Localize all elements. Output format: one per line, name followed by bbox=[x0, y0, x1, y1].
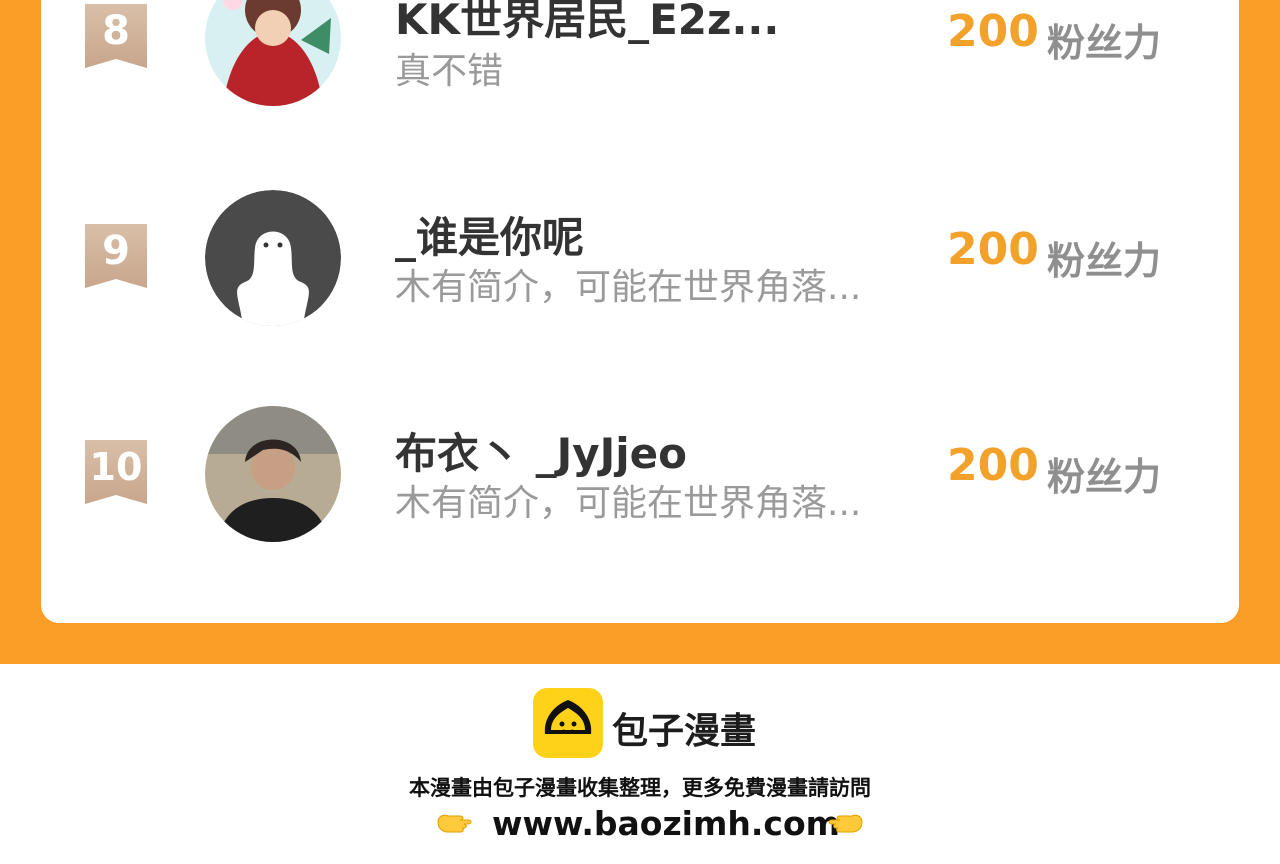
rank-number: 10 bbox=[89, 445, 143, 489]
bun-logo-graphic bbox=[544, 700, 592, 734]
rank-badge: 10 bbox=[85, 440, 147, 504]
ranking-row-10[interactable]: 10 布衣丶 _JyJjeo 木有简介，可能在世界角落... 200 粉丝力 bbox=[41, 402, 1239, 542]
rank-number: 9 bbox=[102, 228, 130, 274]
orange-panel: 8 KK世界居民_E2z... 真不错 200 粉丝力 9 _谁是你呢 木有简介… bbox=[0, 0, 1280, 664]
rank-number: 8 bbox=[102, 8, 130, 54]
footer-note: 本漫畫由包子漫畫收集整理，更多免費漫畫請訪問 bbox=[409, 776, 871, 800]
user-bio: 木有简介，可能在世界角落... bbox=[395, 483, 862, 524]
photo-avatar[interactable] bbox=[205, 406, 341, 542]
footer-url-line: www.baozimh.com bbox=[0, 804, 1280, 846]
user-name[interactable]: KK世界居民_E2z... bbox=[395, 0, 779, 47]
avatar-illustration bbox=[205, 0, 341, 106]
user-bio: 真不错 bbox=[395, 51, 504, 92]
fan-score-unit: 粉丝力 bbox=[1047, 455, 1162, 499]
user-name[interactable]: _谁是你呢 bbox=[395, 204, 584, 265]
pointing-right-hand-icon bbox=[437, 814, 472, 833]
rank-badge: 8 bbox=[85, 4, 147, 68]
fan-score: 200 bbox=[947, 224, 1039, 275]
photo-avatar-graphic bbox=[205, 406, 341, 542]
site-url[interactable]: www.baozimh.com bbox=[492, 804, 840, 843]
user-bio: 木有简介，可能在世界角落... bbox=[395, 267, 862, 308]
fan-score: 200 bbox=[947, 6, 1039, 57]
ranking-row-8[interactable]: 8 KK世界居民_E2z... 真不错 200 粉丝力 bbox=[41, 0, 1239, 110]
ranking-card: 8 KK世界居民_E2z... 真不错 200 粉丝力 9 _谁是你呢 木有简介… bbox=[41, 0, 1239, 623]
fan-score: 200 bbox=[947, 440, 1039, 491]
anime-character-avatar[interactable] bbox=[205, 0, 341, 106]
user-name[interactable]: 布衣丶 _JyJjeo bbox=[395, 420, 687, 481]
ranking-row-9[interactable]: 9 _谁是你呢 木有简介，可能在世界角落... 200 粉丝力 bbox=[41, 186, 1239, 326]
fan-score-unit: 粉丝力 bbox=[1047, 21, 1162, 65]
fan-score-unit: 粉丝力 bbox=[1047, 239, 1162, 283]
bun-logo-icon[interactable] bbox=[533, 688, 603, 758]
ghost-avatar-graphic bbox=[205, 190, 341, 326]
rank-badge: 9 bbox=[85, 224, 147, 288]
brand-title[interactable]: 包子漫畫 bbox=[612, 702, 756, 754]
default-ghost-avatar[interactable] bbox=[205, 190, 341, 326]
pointing-left-hand-icon bbox=[828, 814, 863, 833]
footer: 包子漫畫 本漫畫由包子漫畫收集整理，更多免費漫畫請訪問 www.baozimh.… bbox=[0, 664, 1280, 864]
